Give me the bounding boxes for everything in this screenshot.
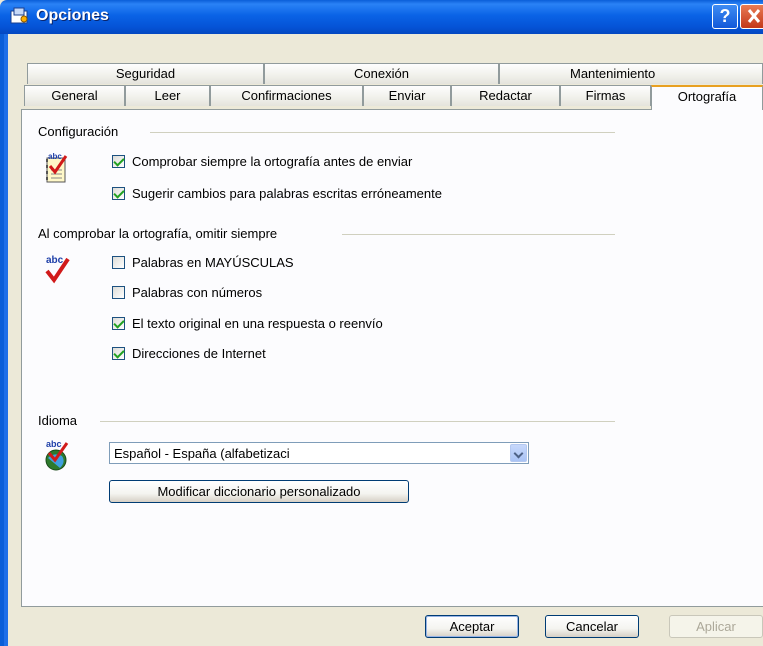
tab-ortografia[interactable]: Ortografía	[651, 85, 763, 110]
checkbox[interactable]	[112, 187, 125, 200]
checkbox-label: Direcciones de Internet	[132, 346, 266, 361]
title-bar[interactable]: Opciones ?	[0, 0, 763, 34]
spellcheck-abc-icon: abc	[45, 255, 70, 284]
section-config-label: Configuración	[38, 124, 123, 139]
svg-text:abc: abc	[46, 255, 64, 266]
checkbox-label: Sugerir cambios para palabras escritas e…	[132, 186, 442, 201]
tab-general[interactable]: General	[24, 85, 125, 106]
tab-leer[interactable]: Leer	[125, 85, 210, 106]
checkbox-label: Comprobar siempre la ortografía antes de…	[132, 154, 413, 169]
section-ignore-label: Al comprobar la ortografía, omitir siemp…	[38, 226, 282, 241]
help-icon: ?	[719, 6, 731, 26]
checkbox-label: Palabras con números	[132, 285, 263, 300]
tab-label: Mantenimiento	[570, 66, 656, 81]
tab-label: General	[51, 88, 98, 103]
window-border-inner	[4, 34, 8, 646]
button-label: Aplicar	[696, 619, 736, 634]
tab-redactar[interactable]: Redactar	[451, 85, 560, 106]
chevron-down-icon[interactable]	[510, 444, 527, 462]
spellcheck-document-icon: abc	[46, 152, 68, 183]
button-label: Cancelar	[565, 619, 619, 634]
tab-label: Confirmaciones	[241, 88, 332, 103]
tab-label: Ortografía	[677, 89, 737, 104]
checkbox[interactable]	[112, 317, 125, 330]
checkbox[interactable]	[112, 256, 125, 269]
spellcheck-globe-icon: abc	[45, 439, 69, 471]
close-icon	[747, 9, 761, 23]
section-divider	[150, 132, 615, 133]
close-button[interactable]	[740, 4, 763, 29]
checkbox[interactable]	[112, 347, 125, 360]
tab-label: Conexión	[354, 66, 409, 81]
cancel-button[interactable]: Cancelar	[545, 615, 639, 638]
checkbox[interactable]	[112, 155, 125, 168]
tab-confirmaciones[interactable]: Confirmaciones	[210, 85, 363, 106]
tab-label: Redactar	[479, 88, 532, 103]
tab-label: Leer	[154, 88, 181, 103]
tab-mantenimiento[interactable]: Mantenimiento	[499, 63, 763, 84]
tab-firmas[interactable]: Firmas	[560, 85, 651, 106]
window-title: Opciones	[36, 7, 109, 24]
tab-enviar[interactable]: Enviar	[363, 85, 451, 106]
button-label: Aceptar	[449, 619, 495, 634]
checkbox-label: Palabras en MAYÚSCULAS	[132, 255, 294, 270]
svg-text:abc: abc	[46, 439, 62, 449]
language-select[interactable]: Español - España (alfabetizaci	[109, 442, 529, 464]
tab-label: Firmas	[585, 88, 626, 103]
section-divider	[100, 421, 615, 422]
button-label: Modificar diccionario personalizado	[157, 484, 361, 499]
edit-dictionary-button[interactable]: Modificar diccionario personalizado	[109, 480, 409, 503]
tab-label: Enviar	[388, 88, 426, 103]
section-language-label: Idioma	[38, 413, 82, 428]
apply-button[interactable]: Aplicar	[669, 615, 763, 638]
tab-label: Seguridad	[115, 66, 176, 81]
svg-text:abc: abc	[48, 152, 62, 161]
app-icon	[10, 7, 28, 24]
tab-seguridad[interactable]: Seguridad	[27, 63, 264, 84]
options-dialog: Opciones ? Seguridad Conexión Mantenimie…	[0, 0, 763, 646]
language-select-value: Español - España (alfabetizaci	[114, 446, 290, 461]
tab-conexion[interactable]: Conexión	[264, 63, 499, 84]
checkbox-label: El texto original en una respuesta o ree…	[132, 316, 383, 331]
checkbox[interactable]	[112, 286, 125, 299]
ok-button[interactable]: Aceptar	[425, 615, 519, 638]
help-button[interactable]: ?	[712, 4, 738, 29]
section-divider	[342, 234, 615, 235]
